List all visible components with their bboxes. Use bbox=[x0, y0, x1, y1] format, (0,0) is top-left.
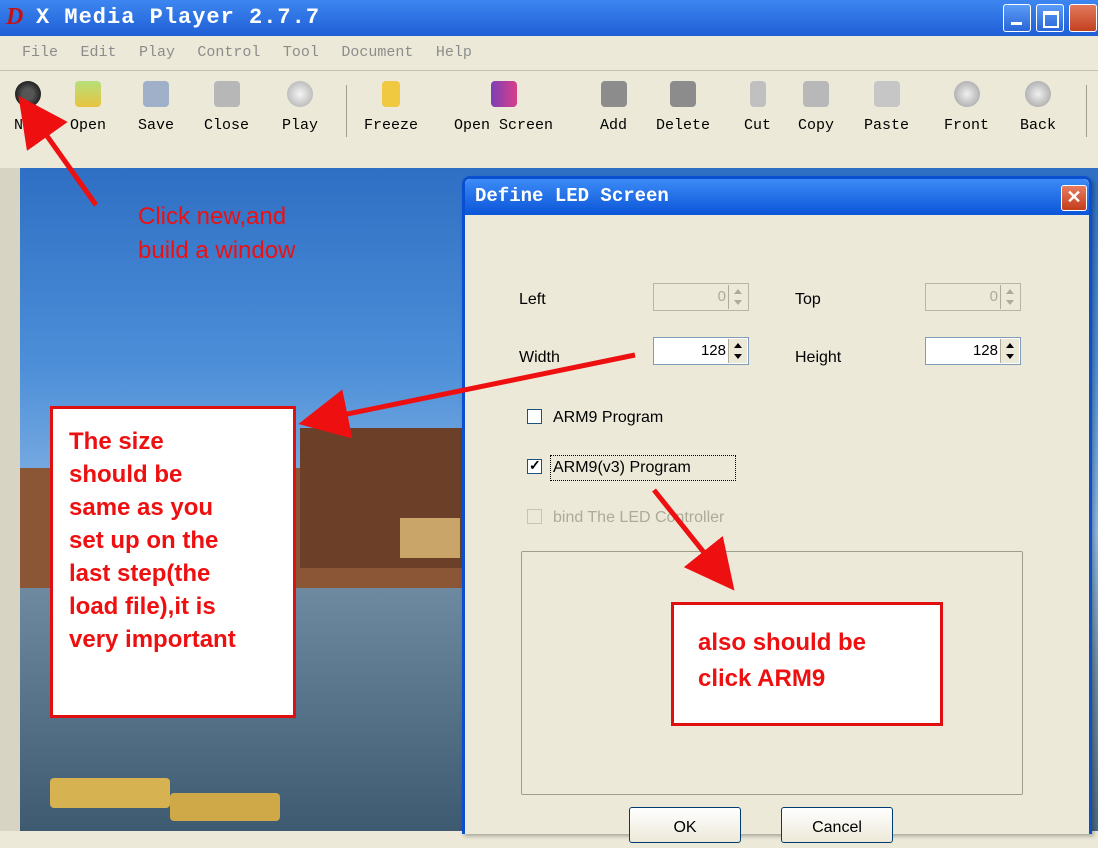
spinner-arrows-icon[interactable] bbox=[1000, 339, 1019, 363]
arrow-down-icon bbox=[1025, 81, 1051, 107]
menu-divider bbox=[0, 70, 1098, 71]
ok-button[interactable]: OK bbox=[629, 807, 741, 843]
bind-controller-checkbox bbox=[527, 509, 542, 524]
menu-file[interactable]: File bbox=[22, 40, 58, 66]
toolbar-end-separator bbox=[1086, 85, 1087, 137]
maximize-button[interactable] bbox=[1036, 4, 1064, 32]
toolbar-open-button[interactable]: Open bbox=[70, 81, 106, 134]
close-file-icon bbox=[213, 81, 240, 107]
dialog-close-button[interactable]: ✕ bbox=[1061, 185, 1087, 211]
app-logo-icon: D bbox=[6, 4, 24, 30]
toolbar-separator bbox=[346, 85, 347, 137]
toolbar: New Open Save Close Play Freeze Open Scr… bbox=[0, 73, 1098, 161]
toolbar-delete-button[interactable]: Delete bbox=[656, 81, 710, 134]
toolbar-back-button[interactable]: Back bbox=[1020, 81, 1056, 134]
title-bar: D X Media Player 2.7.7 bbox=[0, 0, 1098, 36]
annotation-click-new: Click new,and build a window bbox=[138, 203, 296, 264]
cancel-button[interactable]: Cancel bbox=[781, 807, 893, 843]
paste-icon bbox=[873, 81, 900, 107]
menu-bar: File Edit Play Control Tool Document Hel… bbox=[0, 40, 1098, 66]
height-label: Height bbox=[795, 349, 842, 366]
checkmark-icon: ✓ bbox=[529, 457, 541, 473]
floppy-icon bbox=[143, 81, 169, 107]
copy-icon bbox=[803, 81, 829, 107]
spinner-arrows-icon bbox=[1000, 285, 1019, 309]
folder-open-icon bbox=[75, 81, 101, 107]
toolbar-front-button[interactable]: Front bbox=[944, 81, 989, 134]
arm9v3-program-checkbox[interactable]: ✓ bbox=[527, 457, 542, 474]
arrow-up-icon bbox=[953, 81, 980, 107]
toolbar-cut-button[interactable]: Cut bbox=[744, 81, 771, 134]
bind-controller-label: bind The LED Controller bbox=[553, 509, 725, 526]
height-spinner[interactable]: 128 bbox=[925, 337, 1021, 365]
menu-play[interactable]: Play bbox=[139, 40, 175, 66]
toolbar-paste-button[interactable]: Paste bbox=[864, 81, 909, 134]
spinner-arrows-icon[interactable] bbox=[728, 339, 747, 363]
toolbar-open-screen-button[interactable]: Open Screen bbox=[454, 81, 553, 134]
menu-control[interactable]: Control bbox=[197, 40, 260, 66]
left-border-strip bbox=[0, 168, 20, 831]
arm9-program-checkbox[interactable] bbox=[527, 409, 542, 424]
reel-icon bbox=[14, 81, 41, 107]
annotation-size-note: The size should be same as you set up on… bbox=[50, 406, 296, 718]
dialog-title-bar: Define LED Screen ✕ bbox=[465, 179, 1089, 215]
delete-page-icon bbox=[670, 81, 696, 107]
dialog-title: Define LED Screen bbox=[475, 185, 669, 207]
width-label: Width bbox=[519, 349, 560, 366]
window-title: X Media Player 2.7.7 bbox=[36, 5, 321, 30]
top-spinner: 0 bbox=[925, 283, 1021, 311]
minimize-button[interactable] bbox=[1003, 4, 1031, 32]
spinner-arrows-icon bbox=[728, 285, 747, 309]
toolbar-copy-button[interactable]: Copy bbox=[798, 81, 834, 134]
left-spinner: 0 bbox=[653, 283, 749, 311]
menu-help[interactable]: Help bbox=[436, 40, 472, 66]
toolbar-play-button[interactable]: Play bbox=[282, 81, 318, 134]
menu-tool[interactable]: Tool bbox=[283, 40, 319, 66]
add-page-icon bbox=[600, 81, 627, 107]
open-screen-icon bbox=[490, 81, 517, 107]
annotation-arm9-note: also should be click ARM9 bbox=[671, 602, 943, 726]
toolbar-freeze-button[interactable]: Freeze bbox=[364, 81, 418, 134]
window-close-button[interactable] bbox=[1069, 4, 1097, 32]
arm9-program-label[interactable]: ARM9 Program bbox=[553, 409, 663, 427]
width-spinner[interactable]: 128 bbox=[653, 337, 749, 365]
toolbar-new-button[interactable]: New bbox=[14, 81, 41, 134]
lock-icon bbox=[382, 81, 400, 107]
menu-document[interactable]: Document bbox=[341, 40, 413, 66]
toolbar-add-button[interactable]: Add bbox=[600, 81, 627, 134]
toolbar-save-button[interactable]: Save bbox=[138, 81, 174, 134]
play-icon bbox=[287, 81, 313, 107]
menu-edit[interactable]: Edit bbox=[80, 40, 116, 66]
left-label: Left bbox=[519, 291, 546, 308]
scissors-icon bbox=[749, 81, 766, 107]
top-label: Top bbox=[795, 291, 821, 308]
define-led-screen-dialog: Define LED Screen ✕ Left 0 Top 0 Width 1… bbox=[462, 176, 1092, 843]
toolbar-close-button[interactable]: Close bbox=[204, 81, 249, 134]
arm9v3-program-label[interactable]: ARM9(v3) Program bbox=[553, 459, 691, 477]
